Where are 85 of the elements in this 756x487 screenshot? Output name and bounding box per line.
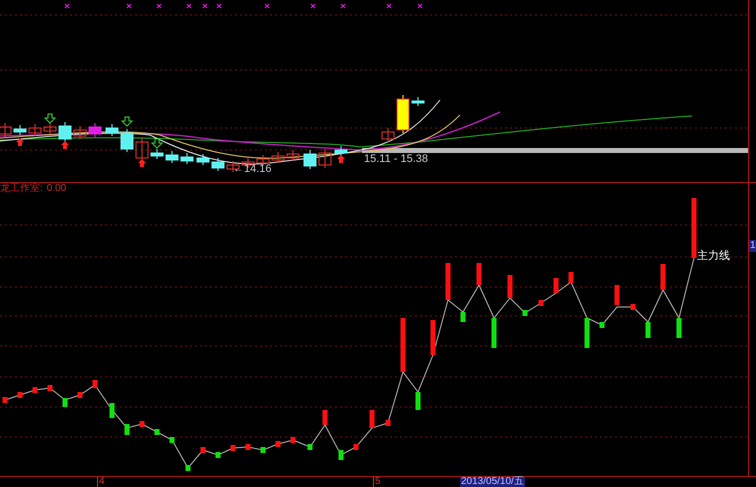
- up-arrow-icon: [16, 138, 24, 146]
- low-price-label: ←14.16: [233, 163, 272, 176]
- candlestick: [58, 122, 72, 142]
- candlestick: [14, 124, 26, 136]
- indicator-bar: [416, 392, 420, 410]
- indicator-title: 龙工作室:: [0, 183, 43, 195]
- indicator-bar: [538, 300, 544, 306]
- indicator-bar: [32, 387, 38, 393]
- indicator-bar: [600, 322, 604, 328]
- candlestick: [196, 154, 210, 166]
- indicator-bar: [492, 318, 496, 348]
- indicator-bar: [48, 385, 52, 391]
- indicator-bar: [216, 452, 220, 458]
- axis-badge: 1: [749, 240, 756, 252]
- candlestick: [44, 122, 56, 134]
- indicator-bar: [230, 445, 236, 451]
- indicator-value: 0.00: [46, 183, 66, 195]
- candlestick: [136, 138, 148, 162]
- indicator-bar: [338, 450, 344, 460]
- indicator-bar: [276, 441, 280, 447]
- candlestick: [106, 124, 118, 136]
- indicator-bar: [354, 444, 358, 450]
- indicator-bar: [676, 318, 682, 338]
- indicator-bar: [614, 285, 620, 305]
- indicator-bar: [246, 444, 250, 450]
- up-arrow-icon: [61, 141, 69, 149]
- up-arrow-icon: [337, 155, 345, 163]
- indicator-bar: [308, 444, 312, 450]
- indicator-bar: [62, 398, 68, 407]
- candlestick: [304, 150, 316, 170]
- candlestick: [74, 126, 86, 140]
- down-arrow-icon: [150, 138, 164, 149]
- candlestick: [318, 148, 332, 168]
- indicator-bar: [430, 320, 436, 355]
- indicator-bar: [522, 310, 528, 316]
- line-label: 主力线: [697, 250, 730, 263]
- indicator-bar: [386, 420, 390, 426]
- down-arrow-icon: [120, 116, 134, 127]
- indicator-bar: [2, 397, 8, 403]
- indicator-bar: [170, 437, 174, 443]
- indicator-bar: [260, 447, 266, 453]
- candlestick: [166, 150, 178, 164]
- indicator-bar: [78, 392, 82, 398]
- indicator-bar: [370, 410, 374, 428]
- candlestick: [396, 94, 410, 134]
- indicator-bar: [18, 392, 22, 398]
- indicator-bar: [92, 380, 98, 388]
- time-axis-tick: 5: [373, 477, 381, 487]
- down-arrow-icon: [44, 114, 56, 124]
- indicator-bar: [584, 318, 590, 348]
- indicator-bar: [110, 403, 114, 418]
- candlestick: [212, 158, 224, 172]
- time-axis-tick: 4: [97, 477, 105, 487]
- indicator-bar: [692, 198, 696, 258]
- indicator-bar: [322, 410, 328, 425]
- indicator-bar: [186, 465, 190, 471]
- candlestick: [88, 122, 102, 138]
- candlestick: [180, 152, 194, 164]
- indicator-bar: [290, 437, 296, 443]
- candlestick: [412, 96, 424, 106]
- indicator-bar: [400, 318, 406, 372]
- candlestick: [28, 124, 42, 136]
- candlestick: [120, 128, 134, 152]
- candlestick: [0, 122, 12, 138]
- indicator-bar: [140, 421, 144, 427]
- indicator-bar: [508, 275, 512, 298]
- candlestick: [334, 146, 348, 156]
- indicator-bar: [124, 424, 130, 435]
- cursor-date-label: 2013/05/10/五: [460, 477, 525, 487]
- up-arrow-icon: [138, 159, 146, 167]
- indicator-bar: [200, 447, 206, 453]
- indicator-bar: [568, 272, 574, 283]
- indicator-bar: [476, 263, 482, 285]
- price-range-label: 15.11 - 15.38: [364, 153, 428, 166]
- candlestick: [382, 128, 394, 142]
- indicator-bar: [646, 322, 650, 338]
- candlestick: [286, 150, 300, 162]
- indicator-bar: [446, 263, 450, 300]
- candlestick: [272, 152, 284, 164]
- indicator-bar: [460, 312, 466, 322]
- indicator-bar: [154, 429, 160, 435]
- candlestick: [150, 148, 164, 160]
- indicator-bar: [554, 278, 558, 293]
- indicator-bar: [630, 304, 636, 310]
- indicator-bar: [660, 264, 666, 290]
